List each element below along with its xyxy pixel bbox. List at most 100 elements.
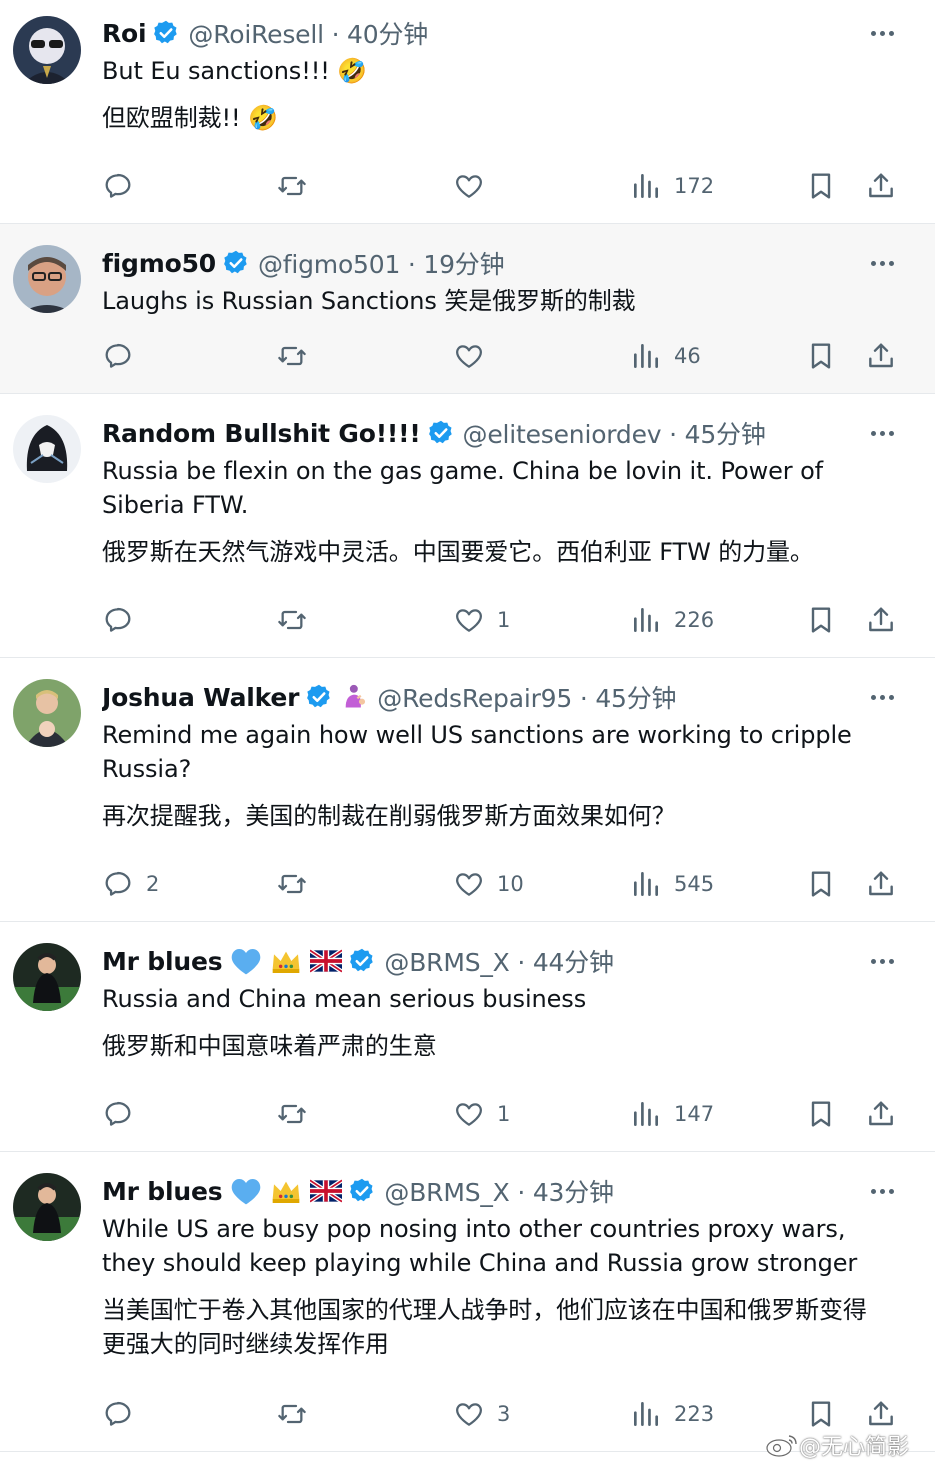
uk-flag-icon <box>310 949 343 973</box>
display-name[interactable]: Roi <box>102 19 147 48</box>
share-button[interactable] <box>865 600 897 640</box>
retweet-button[interactable] <box>276 1094 308 1134</box>
more-icon[interactable] <box>867 682 897 712</box>
like-icon <box>456 175 482 198</box>
bookmark-icon <box>811 1401 831 1427</box>
like-button[interactable]: 1 <box>453 1094 510 1134</box>
action-bar: 1 226 <box>102 600 902 640</box>
views-button[interactable]: 223 <box>630 1394 714 1434</box>
tweet-5[interactable]: Mr blues @BRMS_X · 44分钟 Russia and China… <box>0 922 935 1152</box>
avatar[interactable] <box>13 1173 81 1241</box>
tweet-4[interactable]: Joshua Walker @RedsRepair95 · 45分钟 Remin… <box>0 658 935 922</box>
avatar[interactable] <box>13 943 81 1011</box>
views-button[interactable]: 545 <box>630 864 714 904</box>
watermark: @无心简影 <box>765 1429 909 1461</box>
more-icon[interactable] <box>867 946 897 976</box>
more-icon[interactable] <box>867 418 897 448</box>
bookmark-button[interactable] <box>805 1394 837 1434</box>
handle-and-time[interactable]: @BRMS_X · 43分钟 <box>384 1173 614 1209</box>
display-name[interactable]: Mr blues <box>102 947 223 976</box>
display-name[interactable]: Joshua Walker <box>102 683 299 712</box>
reply-icon <box>105 1401 131 1426</box>
like-button[interactable]: 1 <box>453 600 510 640</box>
more-icon[interactable] <box>867 1176 897 1206</box>
tweet-text: Russia and China mean serious business <box>102 985 587 1013</box>
avatar[interactable] <box>13 415 81 483</box>
like-button[interactable]: 10 <box>453 864 524 904</box>
views-button[interactable]: 147 <box>630 1094 714 1134</box>
tweet-3[interactable]: Random Bullshit Go!!!! @eliteseniordev ·… <box>0 394 935 658</box>
views-button[interactable]: 226 <box>630 600 714 640</box>
bookmark-icon <box>811 607 831 633</box>
retweet-button[interactable] <box>276 336 308 376</box>
reply-button[interactable] <box>102 336 146 376</box>
weibo-logo-icon <box>766 1435 797 1457</box>
like-icon <box>456 1103 482 1126</box>
retweet-button[interactable] <box>276 864 308 904</box>
view-count: 223 <box>674 1402 715 1426</box>
tweet-text: But Eu sanctions!!! 🤣 <box>102 57 368 85</box>
handle-and-time[interactable]: @eliteseniordev · 45分钟 <box>463 415 766 451</box>
retweet-button[interactable] <box>276 600 308 640</box>
bookmark-button[interactable] <box>805 1094 837 1134</box>
share-button[interactable] <box>865 864 897 904</box>
tweet-translation: 当美国忙于卷入其他国家的代理人战争时，他们应该在中国和俄罗斯变得更强大的同时继续… <box>102 1296 867 1358</box>
avatar[interactable] <box>13 245 81 313</box>
share-button[interactable] <box>865 1094 897 1134</box>
like-button[interactable] <box>453 166 497 206</box>
tweet-translation: 俄罗斯和中国意味着严肃的生意 <box>102 1032 437 1060</box>
retweet-button[interactable] <box>276 166 308 206</box>
retweet-icon <box>278 1404 306 1424</box>
reply-button[interactable]: 2 <box>102 864 159 904</box>
retweet-icon <box>278 346 306 366</box>
retweet-icon <box>278 1104 306 1124</box>
share-icon <box>869 607 893 632</box>
action-bar: 172 <box>102 166 902 206</box>
display-name[interactable]: figmo50 <box>102 249 216 278</box>
view-count: 46 <box>674 344 701 368</box>
verified-badge-icon <box>305 683 333 711</box>
share-button[interactable] <box>865 166 897 206</box>
handle-and-time[interactable]: @RedsRepair95 · 45分钟 <box>377 679 676 715</box>
views-icon <box>634 1402 658 1426</box>
reply-button[interactable] <box>102 600 146 640</box>
share-button[interactable] <box>865 1394 897 1434</box>
display-name[interactable]: Mr blues <box>102 1177 223 1206</box>
tweet-text: While US are busy pop nosing into other … <box>102 1215 858 1277</box>
bookmark-button[interactable] <box>805 166 837 206</box>
bookmark-icon <box>811 173 831 199</box>
views-button[interactable]: 172 <box>630 166 714 206</box>
handle-and-time[interactable]: @figmo501 · 19分钟 <box>258 245 505 281</box>
retweet-button[interactable] <box>276 1394 308 1434</box>
retweet-icon <box>278 874 306 894</box>
like-button[interactable] <box>453 336 497 376</box>
share-button[interactable] <box>865 336 897 376</box>
view-count: 147 <box>674 1102 715 1126</box>
bookmark-button[interactable] <box>805 600 837 640</box>
like-count: 10 <box>497 872 524 896</box>
more-icon[interactable] <box>867 18 897 48</box>
handle-and-time[interactable]: @RoiResell · 40分钟 <box>188 15 428 51</box>
bookmark-button[interactable] <box>805 864 837 904</box>
like-count: 3 <box>497 1402 511 1426</box>
handle-and-time[interactable]: @BRMS_X · 44分钟 <box>384 943 614 979</box>
reply-icon <box>105 871 131 896</box>
tweet-2[interactable]: figmo50 @figmo501 · 19分钟 Laughs is Russi… <box>0 224 935 394</box>
share-icon <box>869 1101 893 1126</box>
avatar[interactable] <box>13 679 81 747</box>
view-count: 226 <box>674 608 715 632</box>
reply-button[interactable] <box>102 166 146 206</box>
reply-button[interactable] <box>102 1394 146 1434</box>
verified-badge-icon <box>222 249 250 277</box>
display-name[interactable]: Random Bullshit Go!!!! <box>102 419 421 448</box>
tweet-6[interactable]: Mr blues @BRMS_X · 43分钟 While US are bus… <box>0 1152 935 1452</box>
tweet-1[interactable]: Roi @RoiResell · 40分钟 But Eu sanctions!!… <box>0 0 935 224</box>
more-icon[interactable] <box>867 248 897 278</box>
person-feeding-baby-icon <box>341 683 369 711</box>
like-button[interactable]: 3 <box>453 1394 510 1434</box>
views-button[interactable]: 46 <box>630 336 701 376</box>
bookmark-button[interactable] <box>805 336 837 376</box>
reply-button[interactable] <box>102 1094 146 1134</box>
views-icon <box>634 344 658 368</box>
avatar[interactable] <box>13 16 81 84</box>
